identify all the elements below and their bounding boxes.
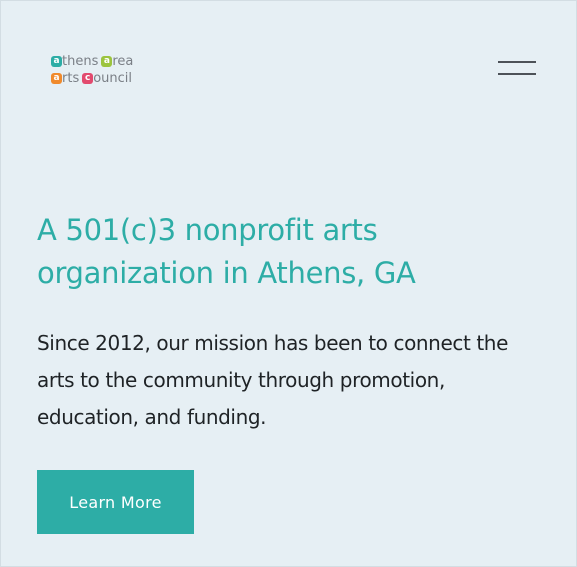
hamburger-menu-icon[interactable] — [498, 59, 536, 79]
logo-badge-c: c — [82, 72, 94, 84]
menu-bar-top — [498, 61, 536, 63]
menu-bar-bottom — [498, 73, 536, 75]
logo-word: thens — [62, 53, 99, 69]
hero-description: Since 2012, our mission has been to conn… — [37, 331, 508, 429]
logo-word: rea — [112, 53, 134, 69]
logo-word: ouncil — [93, 70, 133, 86]
logo-line-athens-area: a thens a rea — [51, 53, 151, 69]
hero-headline: A 501(c)3 nonprofit arts organization in… — [37, 213, 416, 290]
page-frame: a thens a rea a rts c ouncil A 501(c)3 n… — [0, 0, 577, 567]
logo-word: rts — [62, 70, 80, 86]
learn-more-button[interactable]: Learn More — [37, 470, 194, 534]
logo-line-arts-council: a rts c ouncil — [51, 70, 151, 86]
logo-badge-a: a — [51, 55, 62, 67]
site-logo[interactable]: a thens a rea a rts c ouncil — [51, 53, 151, 87]
logo-badge-a: a — [51, 72, 62, 84]
logo-badge-a: a — [101, 55, 113, 67]
